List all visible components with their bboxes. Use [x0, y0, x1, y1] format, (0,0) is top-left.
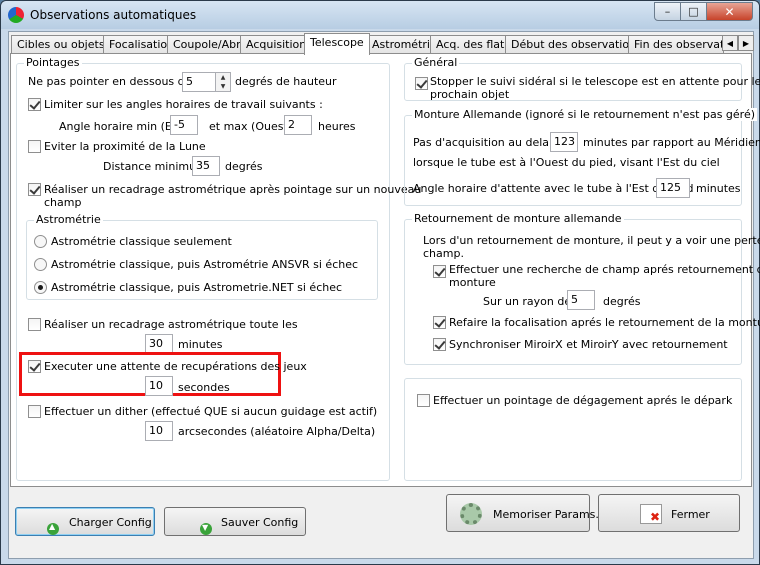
monture-line1-unit: minutes par rapport au Méridien: [583, 136, 760, 149]
monture-title: Monture Allemande (ignoré si le retourne…: [412, 108, 758, 121]
tab-acquisition[interactable]: Acquisition: [240, 35, 313, 54]
load-config-label: Charger Config: [69, 516, 152, 529]
sync-mirror-checkbox[interactable]: [433, 338, 446, 351]
min-height-input[interactable]: 5: [182, 72, 216, 92]
tab-telescope[interactable]: Telescope: [304, 33, 370, 55]
download-icon: [200, 523, 212, 535]
hour-min-input[interactable]: -5: [170, 115, 198, 135]
tab-debut[interactable]: Début des observations: [505, 35, 648, 54]
save-config-label: Sauver Config: [221, 516, 299, 529]
dither-label: Effectuer un dither (effectué QUE si auc…: [44, 405, 378, 418]
wait-recovery-unit: secondes: [178, 381, 230, 394]
radius-label: Sur un rayon de: [483, 295, 572, 308]
close-icon: [640, 504, 662, 524]
recenter-label-2: champ: [44, 196, 82, 209]
periodic-recenter-checkbox[interactable]: [28, 318, 41, 331]
dither-checkbox[interactable]: [28, 405, 41, 418]
min-height-stepper[interactable]: ▲ ▼: [215, 72, 231, 92]
close-button[interactable]: Fermer: [598, 494, 740, 532]
astro-option-net-radio[interactable]: [34, 281, 47, 294]
refocus-checkbox[interactable]: [433, 316, 446, 329]
general-title: Général: [412, 56, 460, 69]
tab-strip: Cibles ou objets Focalisation Coupole/Ab…: [9, 33, 755, 55]
maximize-button[interactable]: □: [680, 2, 707, 21]
stepper-up-icon[interactable]: ▲: [216, 73, 230, 82]
retournement-title: Retournement de monture allemande: [412, 212, 624, 225]
main-window: Observations automatiques – □ ✕ Cibles o…: [0, 0, 760, 565]
retournement-intro-2: champ.: [423, 247, 464, 260]
sync-mirror-label: Synchroniser MiroirX et MiroirY avec ret…: [449, 338, 728, 351]
tab-cibles[interactable]: Cibles ou objets: [11, 35, 111, 54]
astro-option-classic-radio[interactable]: [34, 235, 47, 248]
dither-input[interactable]: 10: [145, 421, 173, 441]
radius-input[interactable]: 5: [567, 290, 595, 310]
stop-tracking-label-1: Stopper le suivi sidéral si le telescope…: [430, 75, 760, 88]
save-config-button[interactable]: Sauver Config: [164, 507, 306, 536]
field-search-label-1: Effectuer une recherche de champ aprés r…: [449, 263, 760, 276]
stepper-down-icon[interactable]: ▼: [216, 82, 230, 91]
monture-line1-label: Pas d'acquisition au dela de: [413, 136, 567, 149]
tab-flats[interactable]: Acq. des flats: [430, 35, 517, 54]
wait-recovery-label: Executer une attente de recupérations de…: [44, 360, 307, 373]
limit-hour-label: Limiter sur les angles horaires de trava…: [44, 98, 323, 111]
stop-tracking-label-2: prochain objet: [430, 88, 510, 101]
wait-angle-input[interactable]: 125: [656, 178, 690, 198]
hour-max-label: et max (Ouest): [209, 120, 293, 133]
min-height-unit: degrés de hauteur: [235, 75, 337, 88]
avoid-moon-label: Eviter la proximité de la Lune: [44, 140, 206, 153]
field-search-checkbox[interactable]: [433, 265, 446, 278]
astro-option-ansvr-label: Astrométrie classique, puis Astrométrie …: [51, 258, 359, 271]
periodic-recenter-unit: minutes: [178, 338, 223, 351]
telescope-page: Pointages Ne pas pointer en dessous de 5…: [10, 53, 760, 487]
pointages-title: Pointages: [24, 56, 82, 69]
upload-icon: [47, 522, 59, 535]
avoid-moon-checkbox[interactable]: [28, 140, 41, 153]
radius-unit: degrés: [603, 295, 641, 308]
load-config-button[interactable]: Charger Config: [15, 507, 155, 536]
min-height-label: Ne pas pointer en dessous de: [28, 75, 192, 88]
minimize-button[interactable]: –: [654, 2, 681, 21]
memorize-params-label: Memoriser Params.: [493, 508, 599, 521]
periodic-recenter-label: Réaliser un recadrage astrométrique tout…: [44, 318, 298, 331]
dither-unit: arcsecondes (aléatoire Alpha/Delta): [178, 425, 376, 438]
app-icon: [8, 7, 24, 23]
recenter-label-1: Réaliser un recadrage astrométrique aprè…: [44, 183, 422, 196]
memorize-params-button[interactable]: Memoriser Params.: [446, 494, 599, 532]
departure-label: Effectuer un pointage de dégagement apré…: [433, 394, 733, 407]
meridian-minutes-input[interactable]: 123: [550, 132, 578, 152]
tab-scroll-right-button[interactable]: ▶: [738, 35, 754, 51]
hour-max-input[interactable]: 2: [284, 115, 312, 135]
stop-tracking-checkbox[interactable]: [415, 77, 428, 90]
limit-hour-checkbox[interactable]: [28, 98, 41, 111]
retournement-intro-1: Lors d'un retournement de monture, il pe…: [423, 234, 760, 247]
hour-min-label: Angle horaire min (Est): [59, 120, 187, 133]
departure-checkbox[interactable]: [417, 394, 430, 407]
tab-fin[interactable]: Fin des observatio: [628, 35, 724, 54]
refocus-label: Refaire la focalisation aprés le retourn…: [449, 316, 760, 329]
monture-line3-label: Angle horaire d'attente avec le tube à l…: [413, 182, 694, 195]
client-area: Cibles ou objets Focalisation Coupole/Ab…: [8, 31, 760, 559]
gear-icon: [460, 503, 482, 525]
wait-recovery-input[interactable]: 10: [145, 376, 173, 396]
monture-line2-label: lorsque le tube est à l'Ouest du pied, v…: [413, 156, 720, 169]
periodic-recenter-input[interactable]: 30: [145, 334, 173, 354]
astro-option-classic-label: Astrométrie classique seulement: [51, 235, 232, 248]
monture-line3-unit: minutes: [696, 182, 741, 195]
tab-coupole[interactable]: Coupole/Abri: [167, 35, 250, 54]
tab-scroll-left-button[interactable]: ◀: [722, 35, 738, 51]
min-distance-input[interactable]: 35: [192, 156, 220, 176]
window-title: Observations automatiques: [30, 8, 197, 22]
close-window-button[interactable]: ✕: [706, 2, 753, 21]
hour-unit: heures: [318, 120, 356, 133]
field-search-label-2: monture: [449, 276, 496, 289]
wait-recovery-checkbox[interactable]: [28, 360, 41, 373]
astrometrie-title: Astrométrie: [34, 213, 103, 226]
recenter-checkbox[interactable]: [28, 183, 41, 196]
astro-option-ansvr-radio[interactable]: [34, 258, 47, 271]
title-bar: Observations automatiques – □ ✕: [1, 1, 759, 29]
min-distance-unit: degrés: [225, 160, 263, 173]
close-label: Fermer: [671, 508, 710, 521]
astro-option-net-label: Astrométrie classique, puis Astrometrie.…: [51, 281, 343, 294]
